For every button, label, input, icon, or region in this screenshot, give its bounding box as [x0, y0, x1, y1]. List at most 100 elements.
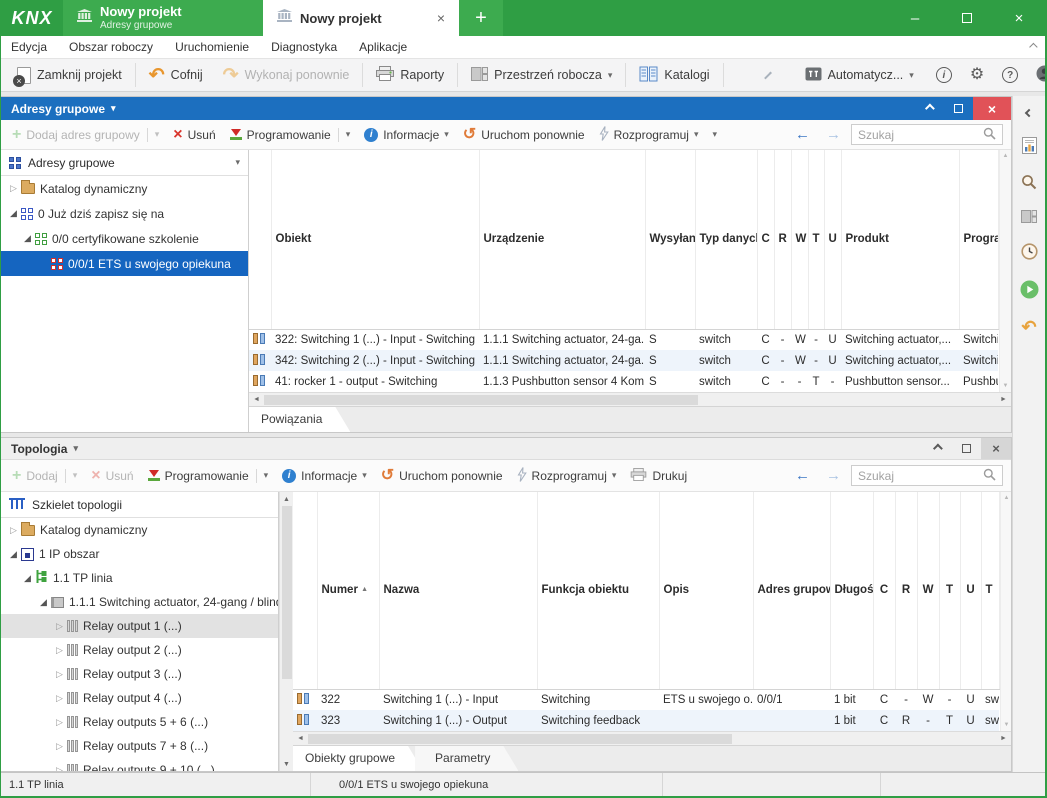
collapsed-arrow-icon[interactable]: ▷ [52, 669, 67, 680]
panel-maximize-button[interactable] [943, 97, 973, 120]
close-tab-icon[interactable]: × [437, 10, 445, 26]
column-header[interactable]: T [981, 492, 999, 689]
column-header[interactable]: Progra [959, 150, 998, 329]
panel-close-button[interactable]: × [981, 438, 1011, 459]
scroll-right-icon[interactable]: ► [996, 735, 1011, 742]
column-header[interactable]: C [873, 492, 895, 689]
tree-header[interactable]: Adresy grupowe ▾ [1, 150, 248, 176]
extra-dropdown-button[interactable]: ▾ [705, 120, 724, 149]
tree-item-device[interactable]: ◢ 1.1.1 Switching actuator, 24-gang / bl… [1, 590, 278, 614]
scroll-down-icon[interactable]: ▼ [1003, 383, 1009, 389]
column-header[interactable]: Nazwa [379, 492, 537, 689]
unload-button[interactable]: Rozprogramuj ▾ [592, 120, 706, 149]
column-header[interactable]: T [808, 150, 824, 329]
delete-button[interactable]: × Usuń [84, 460, 140, 491]
collapsed-arrow-icon[interactable]: ▷ [52, 621, 67, 632]
redo-button[interactable]: ↷ Wykonaj ponownie [213, 59, 360, 91]
table-row[interactable]: 323 Switching 1 (...) - Output Switching… [293, 710, 999, 731]
tree-item-line[interactable]: ◢ 1.1 TP linia [1, 566, 278, 590]
panel-collapse-button[interactable] [921, 438, 951, 459]
catalogs-button[interactable]: Katalogi [629, 59, 719, 91]
scroll-right-icon[interactable]: ► [996, 396, 1011, 403]
unload-button[interactable]: Rozprogramuj ▾ [510, 460, 624, 491]
gear-icon[interactable]: ⚙ [970, 67, 984, 83]
tree-item-channel[interactable]: ▷ Relay outputs 7 + 8 (...) [1, 734, 278, 758]
chevron-down-icon[interactable]: ▾ [73, 443, 78, 454]
scroll-down-icon[interactable]: ▼ [283, 757, 290, 771]
collapsed-arrow-icon[interactable]: ▷ [6, 525, 21, 536]
column-header[interactable]: Urządzenie [479, 150, 645, 329]
info-button[interactable]: i Informacje ▾ [275, 460, 374, 491]
tree-vertical-scrollbar[interactable]: ▲ ▼ [279, 492, 293, 771]
print-button[interactable]: Drukuj [623, 460, 694, 491]
collapsed-arrow-icon[interactable]: ▷ [52, 765, 67, 772]
project-tab-active[interactable]: Nowy projekt Adresy grupowe [63, 0, 263, 36]
connection-mode-button[interactable]: Automatycz... ▾ [795, 59, 924, 91]
tab-powiazania[interactable]: Powiązania [249, 407, 350, 432]
table-row[interactable]: 322: Switching 1 (...) - Input - Switchi… [249, 329, 998, 350]
column-header[interactable]: Wysyłany [645, 150, 695, 329]
project-tab-inactive[interactable]: Nowy projekt × [263, 0, 459, 36]
panel-maximize-button[interactable] [951, 438, 981, 459]
column-header[interactable]: W [917, 492, 939, 689]
tree-item-channel[interactable]: ▷ Relay output 4 (...) [1, 686, 278, 710]
collapse-sidebar-icon[interactable] [1025, 109, 1033, 117]
minimize-button[interactable]: – [889, 0, 941, 36]
tree-item-channel[interactable]: ▷ Relay output 3 (...) [1, 662, 278, 686]
column-header[interactable]: R [774, 150, 791, 329]
search-icon[interactable] [983, 127, 996, 143]
column-header[interactable]: Opis [659, 492, 753, 689]
panel-close-button[interactable]: × [973, 97, 1011, 120]
tree-item-group-address-selected[interactable]: 0/0/1 ETS u swojego opiekuna [1, 251, 248, 276]
new-tab-button[interactable]: + [459, 0, 503, 36]
collapsed-arrow-icon[interactable]: ▷ [52, 717, 67, 728]
collapsed-arrow-icon[interactable]: ▷ [52, 741, 67, 752]
reports-button[interactable]: Raporty [366, 59, 454, 91]
add-group-address-button[interactable]: + Dodaj adres grupowy ▾ [5, 120, 166, 149]
expanded-arrow-icon[interactable]: ◢ [36, 597, 51, 608]
column-header[interactable]: Długoś [830, 492, 873, 689]
close-project-button[interactable]: × Zamknij projekt [7, 59, 132, 91]
tree-item-channel[interactable]: ▷ Relay outputs 9 + 10 (...) [1, 758, 278, 771]
pending-operations-icon[interactable] [1021, 243, 1038, 265]
close-button[interactable]: × [993, 0, 1045, 36]
info-button[interactable]: i Informacje ▾ [357, 120, 456, 149]
workspace-button[interactable]: Przestrzeń robocza ▾ [461, 59, 622, 91]
collapsed-arrow-icon[interactable]: ▷ [52, 645, 67, 656]
collapse-ribbon-icon[interactable] [1029, 43, 1037, 51]
tree-item-area[interactable]: ◢ 1 IP obszar [1, 542, 278, 566]
info-icon[interactable]: i [936, 67, 952, 83]
scroll-up-icon[interactable]: ▲ [1004, 495, 1010, 501]
maximize-button[interactable] [941, 0, 993, 36]
search-icon[interactable] [1021, 174, 1037, 195]
column-header[interactable]: W [791, 150, 808, 329]
column-header[interactable]: U [960, 492, 981, 689]
column-header[interactable]: C [757, 150, 774, 329]
column-header[interactable]: Produkt [841, 150, 959, 329]
scroll-left-icon[interactable]: ◄ [293, 735, 308, 742]
vertical-scrollbar[interactable]: ▲ ▼ [1000, 492, 1012, 731]
program-button[interactable]: Programowanie ▾ [141, 460, 276, 491]
tree-item-dynamic-folder[interactable]: ▷ Katalog dynamiczny [1, 518, 278, 542]
tree-item-main-group[interactable]: ◢ 0 Już dziś zapisz się na [1, 201, 248, 226]
program-button[interactable]: Programowanie ▾ [223, 120, 358, 149]
column-header[interactable]: Funkcja obiektu [537, 492, 659, 689]
vertical-scrollbar[interactable]: ▲ ▼ [999, 150, 1012, 392]
report-icon[interactable] [1022, 137, 1037, 159]
play-icon[interactable] [1020, 280, 1039, 303]
tab-obiekty-grupowe[interactable]: Obiekty grupowe [293, 746, 423, 771]
tree-item-channel[interactable]: ▷ Relay output 2 (...) [1, 638, 278, 662]
collapsed-arrow-icon[interactable]: ▷ [6, 183, 21, 194]
scrollbar-thumb[interactable] [264, 395, 698, 405]
expanded-arrow-icon[interactable]: ◢ [20, 233, 35, 244]
column-header[interactable]: U [824, 150, 841, 329]
search-input[interactable] [858, 469, 983, 483]
horizontal-scrollbar[interactable]: ◄ ► [293, 731, 1011, 745]
column-header[interactable]: Adres grupow [753, 492, 830, 689]
menu-obszar-roboczy[interactable]: Obszar roboczy [69, 40, 153, 54]
expanded-arrow-icon[interactable]: ◢ [20, 573, 35, 584]
table-row[interactable]: 41: rocker 1 - output - Switching 1.1.3 … [249, 371, 998, 392]
restart-button[interactable]: ↺ Uruchom ponownie [456, 120, 592, 149]
chevron-down-icon[interactable]: ▾ [111, 103, 116, 114]
search-icon[interactable] [983, 468, 996, 484]
